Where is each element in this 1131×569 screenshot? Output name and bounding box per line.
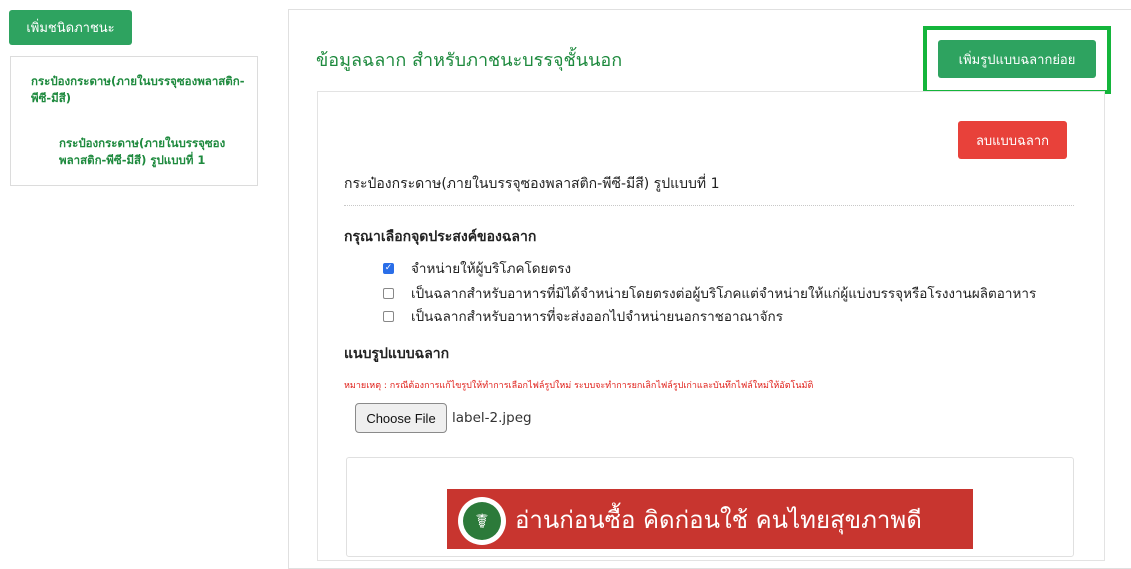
purpose-option-label: เป็นฉลากสำหรับอาหารที่มิได้จำหน่ายโดยตรง… <box>411 286 1037 302</box>
note-text: หมายเหตุ : กรณีต้องการแก้ไขรูปให้ทำการเล… <box>344 381 814 391</box>
checkbox-icon[interactable] <box>383 310 394 322</box>
add-package-type-button[interactable]: เพิ่มชนิดภาชนะ <box>9 10 132 45</box>
package-tree: กระป๋องกระดาษ(ภายในบรรจุซองพลาสติก-พีซี-… <box>10 56 258 186</box>
purpose-section-label: กรุณาเลือกจุดประสงค์ของฉลาก <box>344 229 537 245</box>
purpose-option-label: เป็นฉลากสำหรับอาหารที่จะส่งออกไปจำหน่ายน… <box>411 309 783 325</box>
tree-item-package[interactable]: กระป๋องกระดาษ(ภายในบรรจุซองพลาสติก-พีซี-… <box>31 73 251 107</box>
attach-label-heading: แนบรูปแบบฉลาก <box>344 346 450 362</box>
choose-file-button[interactable]: Choose File <box>355 403 447 433</box>
file-name: label-2.jpeg <box>452 410 532 426</box>
label-image-text: อ่านก่อนซื้อ คิดก่อนใช้ คนไทยสุขภาพดี <box>515 506 922 534</box>
divider <box>344 205 1074 206</box>
page-title: ข้อมูลฉลาก สำหรับภาชนะบรรจุชั้นนอก <box>316 50 623 71</box>
caduceus-icon: ☤ <box>463 502 501 540</box>
purpose-option-export[interactable]: เป็นฉลากสำหรับอาหารที่จะส่งออกไปจำหน่ายน… <box>383 305 783 327</box>
checkbox-icon[interactable] <box>383 287 394 299</box>
add-label-subform-button[interactable]: เพิ่มรูปแบบฉลากย่อย <box>938 40 1096 78</box>
checkbox-checked-icon[interactable]: ✓ <box>383 262 394 274</box>
label-form-heading: กระป๋องกระดาษ(ภายในบรรจุซองพลาสติก-พีซี-… <box>344 176 720 192</box>
delete-label-button[interactable]: ลบแบบฉลาก <box>958 121 1067 159</box>
moph-logo-icon: ☤ <box>458 497 506 545</box>
tree-item-label-form-1[interactable]: กระป๋องกระดาษ(ภายในบรรจุซองพลาสติก-พีซี-… <box>59 135 249 169</box>
purpose-option-direct-sale[interactable]: ✓ จำหน่ายให้ผู้บริโภคโดยตรง <box>383 257 571 279</box>
purpose-option-non-consumer[interactable]: เป็นฉลากสำหรับอาหารที่มิได้จำหน่ายโดยตรง… <box>383 282 1036 304</box>
purpose-option-label: จำหน่ายให้ผู้บริโภคโดยตรง <box>411 261 572 277</box>
